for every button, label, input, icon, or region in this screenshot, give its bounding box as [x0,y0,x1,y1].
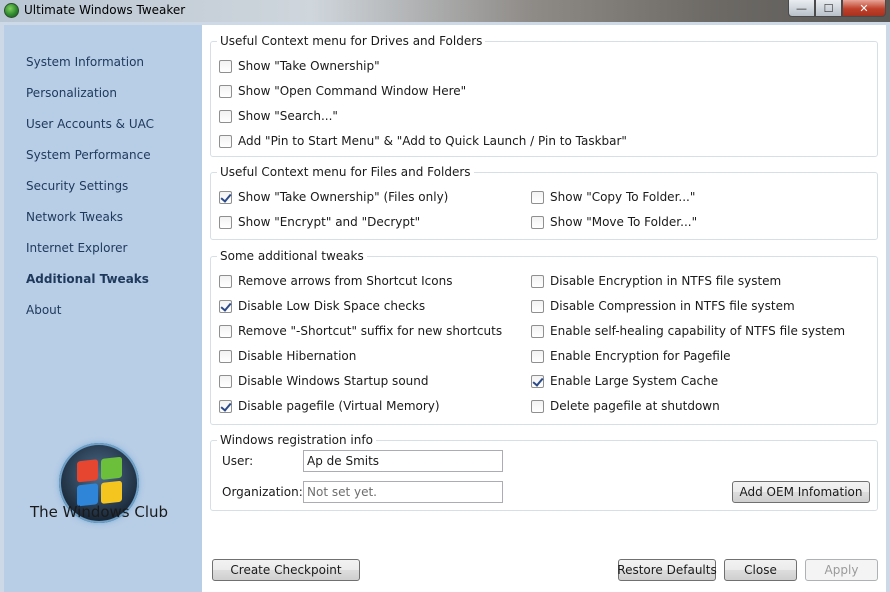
checkbox-box[interactable] [219,215,232,229]
checkbox-remove-shortcut-suffix[interactable]: Remove "-Shortcut" suffix for new shortc… [219,324,502,338]
sidebar-item-security-settings[interactable]: Security Settings [26,179,128,193]
checkbox-box[interactable] [531,399,544,413]
group-title: Useful Context menu for Drives and Folde… [217,34,486,48]
sidebar-item-internet-explorer[interactable]: Internet Explorer [26,241,127,255]
window-title: Ultimate Windows Tweaker [24,3,186,17]
checkbox-box[interactable] [219,109,232,123]
checkbox-remove-shortcut-arrows[interactable]: Remove arrows from Shortcut Icons [219,274,452,288]
checkbox-box[interactable] [219,349,232,363]
checkbox-label: Show "Take Ownership" (Files only) [238,190,449,204]
checkbox-label: Disable Hibernation [238,349,357,363]
files-folders-group: Useful Context menu for Files and Folder… [210,165,878,240]
organization-label: Organization: [222,485,303,499]
title-bar: Ultimate Windows Tweaker — ☐ ✕ [0,0,890,22]
checkbox-drives-take-ownership[interactable]: Show "Take Ownership" [219,59,380,73]
group-title: Windows registration info [217,433,376,447]
checkbox-pin-to-start[interactable]: Add "Pin to Start Menu" & "Add to Quick … [219,134,627,148]
checkbox-box[interactable] [531,349,544,363]
checkbox-label: Enable Large System Cache [550,374,719,388]
checkbox-box[interactable] [219,299,232,313]
checkbox-label: Disable Windows Startup sound [238,374,429,388]
checkbox-box[interactable] [531,215,544,229]
checkbox-disable-low-disk-checks[interactable]: Disable Low Disk Space checks [219,299,425,313]
create-checkpoint-button[interactable]: Create Checkpoint [212,559,360,581]
maximize-button[interactable]: ☐ [815,0,842,17]
checkbox-disable-ntfs-encryption[interactable]: Disable Encryption in NTFS file system [531,274,781,288]
checkbox-large-system-cache[interactable]: Enable Large System Cache [531,374,718,388]
checkbox-box[interactable] [531,299,544,313]
checkbox-box[interactable] [219,190,232,204]
checkbox-label: Remove arrows from Shortcut Icons [238,274,453,288]
checkbox-box[interactable] [219,84,232,98]
checkbox-delete-pagefile-shutdown[interactable]: Delete pagefile at shutdown [531,399,720,413]
checkbox-box[interactable] [219,324,232,338]
apply-button[interactable]: Apply [805,559,878,581]
drives-folders-group: Useful Context menu for Drives and Folde… [210,34,878,157]
add-oem-info-button[interactable]: Add OEM Infomation [732,481,870,503]
app-icon [4,3,19,18]
checkbox-disable-pagefile[interactable]: Disable pagefile (Virtual Memory) [219,399,440,413]
close-window-button[interactable]: ✕ [842,0,886,17]
group-title: Useful Context menu for Files and Folder… [217,165,474,179]
checkbox-box[interactable] [531,324,544,338]
checkbox-label: Disable Compression in NTFS file system [550,299,795,313]
checkbox-label: Show "Search..." [238,109,338,123]
logo-caption: The Windows Club [30,503,169,521]
checkbox-box[interactable] [219,134,232,148]
user-field[interactable] [303,450,503,472]
checkbox-label: Show "Open Command Window Here" [238,84,467,98]
checkbox-box[interactable] [531,190,544,204]
sidebar-item-system-information[interactable]: System Information [26,55,144,69]
checkbox-label: Delete pagefile at shutdown [550,399,720,413]
checkbox-label: Disable pagefile (Virtual Memory) [238,399,440,413]
checkbox-box[interactable] [219,374,232,388]
checkbox-label: Disable Low Disk Space checks [238,299,426,313]
checkbox-disable-hibernation[interactable]: Disable Hibernation [219,349,356,363]
checkbox-label: Enable self-healing capability of NTFS f… [550,324,846,338]
checkbox-disable-ntfs-compression[interactable]: Disable Compression in NTFS file system [531,299,795,313]
checkbox-label: Show "Copy To Folder..." [550,190,696,204]
checkbox-box[interactable] [531,274,544,288]
organization-field[interactable] [303,481,503,503]
main-content: Useful Context menu for Drives and Folde… [202,25,886,592]
sidebar-item-personalization[interactable]: Personalization [26,86,117,100]
checkbox-encrypt-decrypt[interactable]: Show "Encrypt" and "Decrypt" [219,215,420,229]
checkbox-label: Enable Encryption for Pagefile [550,349,731,363]
minimize-button[interactable]: — [788,0,815,17]
app-window: Ultimate Windows Tweaker — ☐ ✕ System In… [0,0,890,592]
checkbox-label: Show "Take Ownership" [238,59,380,73]
close-button[interactable]: Close [724,559,797,581]
checkbox-files-take-ownership[interactable]: Show "Take Ownership" (Files only) [219,190,448,204]
checkbox-pagefile-encryption[interactable]: Enable Encryption for Pagefile [531,349,731,363]
checkbox-show-search[interactable]: Show "Search..." [219,109,338,123]
windows-flag-icon [77,456,123,508]
sidebar-item-additional-tweaks[interactable]: Additional Tweaks [26,272,149,286]
checkbox-label: Disable Encryption in NTFS file system [550,274,782,288]
checkbox-copy-to-folder[interactable]: Show "Copy To Folder..." [531,190,695,204]
caption-buttons: — ☐ ✕ [788,0,886,18]
checkbox-box[interactable] [531,374,544,388]
checkbox-move-to-folder[interactable]: Show "Move To Folder..." [531,215,697,229]
registration-group: Windows registration info User: Organiza… [210,433,878,511]
additional-tweaks-group: Some additional tweaks Remove arrows fro… [210,249,878,425]
sidebar-item-user-accounts[interactable]: User Accounts & UAC [26,117,154,131]
checkbox-disable-startup-sound[interactable]: Disable Windows Startup sound [219,374,428,388]
checkbox-open-command-window[interactable]: Show "Open Command Window Here" [219,84,466,98]
checkbox-ntfs-self-healing[interactable]: Enable self-healing capability of NTFS f… [531,324,845,338]
sidebar-item-network-tweaks[interactable]: Network Tweaks [26,210,123,224]
group-title: Some additional tweaks [217,249,367,263]
sidebar-item-system-performance[interactable]: System Performance [26,148,151,162]
checkbox-box[interactable] [219,399,232,413]
checkbox-label: Remove "-Shortcut" suffix for new shortc… [238,324,503,338]
checkbox-label: Show "Move To Folder..." [550,215,698,229]
user-label: User: [222,454,254,468]
checkbox-box[interactable] [219,59,232,73]
sidebar-item-about[interactable]: About [26,303,61,317]
checkbox-box[interactable] [219,274,232,288]
checkbox-label: Add "Pin to Start Menu" & "Add to Quick … [238,134,627,148]
checkbox-label: Show "Encrypt" and "Decrypt" [238,215,421,229]
restore-defaults-button[interactable]: Restore Defaults [617,559,717,581]
